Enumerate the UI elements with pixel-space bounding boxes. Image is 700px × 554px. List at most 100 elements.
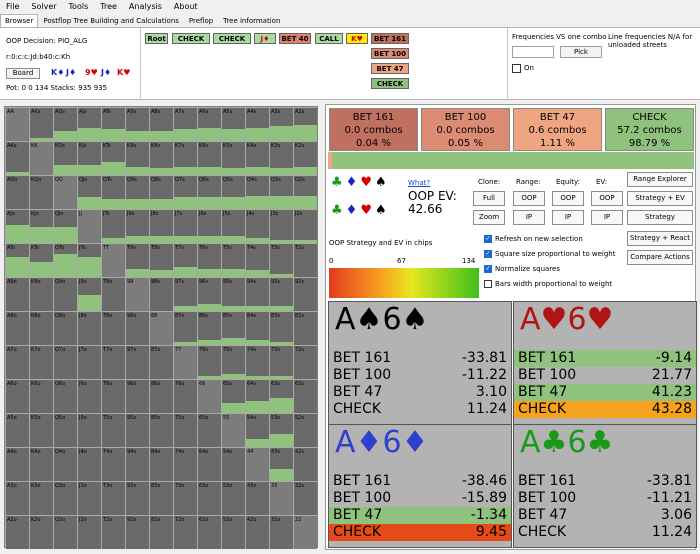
matrix-cell[interactable]: K8o: [30, 312, 53, 345]
clone-full-button[interactable]: Full: [473, 191, 505, 206]
matrix-cell[interactable]: 85o: [150, 414, 173, 447]
matrix-cell[interactable]: A2o: [6, 516, 29, 549]
matrix-cell[interactable]: AQo: [6, 176, 29, 209]
matrix-cell[interactable]: 82o: [150, 516, 173, 549]
matrix-cell[interactable]: 62o: [198, 516, 221, 549]
matrix-cell[interactable]: J5s: [222, 210, 245, 243]
suit-filter-blue[interactable]: ♦: [346, 203, 358, 218]
pick-button[interactable]: Pick: [560, 46, 602, 58]
matrix-cell[interactable]: KQs: [54, 142, 77, 175]
matrix-cell[interactable]: T3s: [270, 244, 293, 277]
matrix-cell[interactable]: T3o: [102, 482, 125, 515]
matrix-cell[interactable]: 96o: [126, 380, 149, 413]
tree-node-6[interactable]: K♥: [346, 33, 368, 44]
option-checkbox[interactable]: ✓ Square size proportional to weight: [484, 250, 615, 258]
combo-panel[interactable]: A♠6♠ BET 161 -33.81 BET 100 -11.22 BET 47 3.10…: [328, 301, 512, 425]
matrix-cell[interactable]: AJs: [78, 108, 101, 141]
matrix-cell[interactable]: 75s: [222, 346, 245, 379]
matrix-cell[interactable]: 99: [126, 278, 149, 311]
option-checkbox[interactable]: ✓ Refresh on new selection: [484, 235, 583, 243]
matrix-cell[interactable]: 75o: [174, 414, 197, 447]
matrix-cell[interactable]: AKs: [30, 108, 53, 141]
matrix-cell[interactable]: Q4s: [246, 176, 269, 209]
matrix-cell[interactable]: 77: [174, 346, 197, 379]
option-checkbox[interactable]: ✓ Normalize squares: [484, 265, 560, 273]
tree-node-3[interactable]: J♦: [254, 33, 276, 44]
matrix-cell[interactable]: 95o: [126, 414, 149, 447]
matrix-cell[interactable]: A2s: [294, 108, 317, 141]
matrix-cell[interactable]: 63o: [198, 482, 221, 515]
menu-tree[interactable]: Tree: [94, 0, 123, 13]
matrix-cell[interactable]: J9s: [126, 210, 149, 243]
suit-filter-red[interactable]: ♥: [360, 175, 372, 190]
matrix-cell[interactable]: 65o: [198, 414, 221, 447]
matrix-cell[interactable]: ATs: [102, 108, 125, 141]
matrix-cell[interactable]: 97s: [174, 278, 197, 311]
matrix-cell[interactable]: A9o: [6, 278, 29, 311]
matrix-cell[interactable]: ATo: [6, 244, 29, 277]
tree-child-0[interactable]: BET 161: [371, 33, 409, 44]
matrix-cell[interactable]: TT: [102, 244, 125, 277]
matrix-cell[interactable]: KQo: [30, 176, 53, 209]
matrix-cell[interactable]: J2o: [78, 516, 101, 549]
matrix-cell[interactable]: 72s: [294, 346, 317, 379]
matrix-cell[interactable]: 73s: [270, 346, 293, 379]
menu-analysis[interactable]: Analysis: [123, 0, 168, 13]
menu-tools[interactable]: Tools: [63, 0, 95, 13]
matrix-cell[interactable]: K9o: [30, 278, 53, 311]
tree-child-2[interactable]: BET 47: [371, 63, 409, 74]
matrix-cell[interactable]: Q5o: [54, 414, 77, 447]
matrix-cell[interactable]: A4s: [246, 108, 269, 141]
action-bet-100[interactable]: BET 100 0.0 combos 0.05 %: [421, 108, 510, 151]
matrix-cell[interactable]: JTo: [78, 244, 101, 277]
combo-panel[interactable]: A♦6♦ BET 161 -38.46 BET 100 -15.89 BET 47 -1.3…: [328, 424, 512, 548]
option-checkbox[interactable]: Bars width proportional to weight: [484, 280, 612, 288]
side-button-0[interactable]: Range Explorer: [627, 172, 693, 187]
matrix-cell[interactable]: 74s: [246, 346, 269, 379]
combo-panel[interactable]: A♣6♣ BET 161 -33.81 BET 100 -11.21 BET 47 3.06…: [513, 424, 697, 548]
menu-file[interactable]: File: [0, 0, 25, 13]
matrix-cell[interactable]: Q2s: [294, 176, 317, 209]
side-button-4[interactable]: Compare Actions: [627, 250, 693, 265]
matrix-cell[interactable]: T4o: [102, 448, 125, 481]
matrix-cell[interactable]: 55: [222, 414, 245, 447]
matrix-cell[interactable]: 52o: [222, 516, 245, 549]
action-check[interactable]: CHECK 57.2 combos 98.79 %: [605, 108, 694, 151]
matrix-cell[interactable]: K2s: [294, 142, 317, 175]
matrix-cell[interactable]: KJs: [78, 142, 101, 175]
what-link[interactable]: What?: [408, 179, 430, 187]
matrix-cell[interactable]: Q2o: [54, 516, 77, 549]
tree-node-0[interactable]: Root: [145, 33, 168, 44]
matrix-cell[interactable]: A4o: [6, 448, 29, 481]
matrix-cell[interactable]: J6s: [198, 210, 221, 243]
side-button-1[interactable]: Strategy + EV: [627, 191, 693, 206]
matrix-cell[interactable]: 73o: [174, 482, 197, 515]
matrix-cell[interactable]: 76s: [198, 346, 221, 379]
matrix-cell[interactable]: T6o: [102, 380, 125, 413]
matrix-cell[interactable]: JJ: [78, 210, 101, 243]
matrix-cell[interactable]: K7s: [174, 142, 197, 175]
matrix-cell[interactable]: AA: [6, 108, 29, 141]
matrix-cell[interactable]: K9s: [126, 142, 149, 175]
matrix-cell[interactable]: QTo: [54, 244, 77, 277]
matrix-cell[interactable]: 83s: [270, 312, 293, 345]
matrix-cell[interactable]: Q7o: [54, 346, 77, 379]
matrix-cell[interactable]: AJo: [6, 210, 29, 243]
matrix-cell[interactable]: KTs: [102, 142, 125, 175]
matrix-cell[interactable]: T2o: [102, 516, 125, 549]
matrix-cell[interactable]: 42s: [294, 448, 317, 481]
clone-zoom-button[interactable]: Zoom: [473, 210, 505, 225]
matrix-cell[interactable]: A7o: [6, 346, 29, 379]
matrix-cell[interactable]: 83o: [150, 482, 173, 515]
matrix-cell[interactable]: JTs: [102, 210, 125, 243]
tree-node-5[interactable]: CALL: [315, 33, 343, 44]
suit-filter-red[interactable]: ♥: [360, 203, 372, 218]
matrix-cell[interactable]: J3o: [78, 482, 101, 515]
suit-filter-black[interactable]: ♠: [375, 175, 387, 190]
matrix-cell[interactable]: 94o: [126, 448, 149, 481]
matrix-cell[interactable]: J7o: [78, 346, 101, 379]
matrix-cell[interactable]: K7o: [30, 346, 53, 379]
matrix-cell[interactable]: K4o: [30, 448, 53, 481]
matrix-cell[interactable]: Q3o: [54, 482, 77, 515]
side-button-3[interactable]: Strategy + React: [627, 231, 693, 246]
